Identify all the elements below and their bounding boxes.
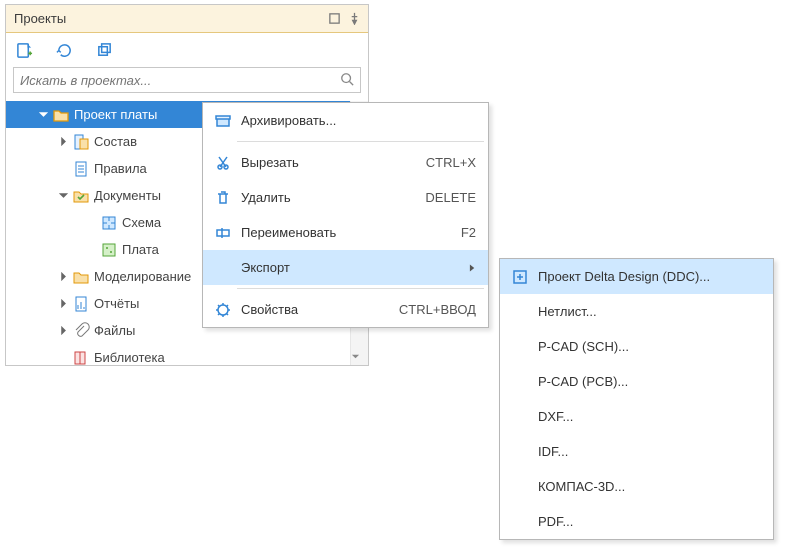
search-icon [340, 72, 354, 89]
project-icon [52, 106, 70, 124]
tree-label: Правила [94, 161, 147, 176]
tree-item[interactable]: Библиотека [6, 344, 368, 365]
folder-icon [72, 268, 90, 286]
menu-label: Нетлист... [538, 304, 761, 319]
cut-icon [211, 155, 235, 171]
refresh-button[interactable] [52, 38, 76, 62]
menu-label: P-CAD (SCH)... [538, 339, 761, 354]
scroll-down-button[interactable] [351, 347, 360, 365]
props-icon [211, 302, 235, 318]
composition-icon [72, 133, 90, 151]
panel-toolbar [6, 33, 368, 67]
menu-label: P-CAD (PCB)... [538, 374, 761, 389]
menu-shortcut: CTRL+X [426, 155, 476, 170]
folder-check-icon [72, 187, 90, 205]
books-icon [72, 349, 90, 366]
chevron-right-icon[interactable] [56, 326, 70, 335]
menu-label: Экспорт [241, 260, 462, 275]
menu-label: Архивировать... [241, 113, 476, 128]
pin-button[interactable] [344, 9, 364, 29]
search-input[interactable] [20, 73, 340, 88]
submenu-item[interactable]: Проект Delta Design (DDC)... [500, 259, 773, 294]
menu-shortcut: CTRL+ВВОД [399, 302, 476, 317]
tree-label: Плата [122, 242, 159, 257]
menu-label: DXF... [538, 409, 761, 424]
chevron-right-icon[interactable] [56, 272, 70, 281]
chevron-right-icon[interactable] [56, 299, 70, 308]
reports-icon [72, 295, 90, 313]
maximize-button[interactable] [324, 9, 344, 29]
panel-header: Проекты [6, 5, 368, 33]
chevron-right-icon[interactable] [56, 137, 70, 146]
tree-label: Состав [94, 134, 137, 149]
menu-label: Удалить [241, 190, 425, 205]
tree-label: Проект платы [74, 107, 157, 122]
menu-item[interactable]: ВырезатьCTRL+X [203, 145, 488, 180]
rules-icon [72, 160, 90, 178]
menu-item[interactable]: УдалитьDELETE [203, 180, 488, 215]
archive-icon [211, 113, 235, 129]
submenu-item[interactable]: P-CAD (SCH)... [500, 329, 773, 364]
menu-label: PDF... [538, 514, 761, 529]
schematic-icon [100, 214, 118, 232]
menu-item[interactable]: Архивировать... [203, 103, 488, 138]
trash-icon [211, 190, 235, 206]
tree-label: Схема [122, 215, 161, 230]
board-icon [100, 241, 118, 259]
tree-label: Документы [94, 188, 161, 203]
submenu-arrow-icon [462, 263, 476, 273]
collapse-all-button[interactable] [92, 38, 116, 62]
menu-separator [237, 288, 484, 289]
search-box[interactable] [13, 67, 361, 93]
submenu-item[interactable]: PDF... [500, 504, 773, 539]
menu-shortcut: DELETE [425, 190, 476, 205]
context-menu: Архивировать...ВырезатьCTRL+XУдалитьDELE… [202, 102, 489, 328]
menu-shortcut: F2 [461, 225, 476, 240]
submenu-item[interactable]: Нетлист... [500, 294, 773, 329]
tree-label: Отчёты [94, 296, 139, 311]
rename-icon [211, 225, 235, 241]
panel-title: Проекты [14, 11, 66, 26]
menu-label: Вырезать [241, 155, 426, 170]
chevron-down-icon[interactable] [36, 110, 50, 119]
menu-item[interactable]: ПереименоватьF2 [203, 215, 488, 250]
new-project-button[interactable] [12, 38, 36, 62]
submenu-item[interactable]: DXF... [500, 399, 773, 434]
menu-separator [237, 141, 484, 142]
submenu-item[interactable]: IDF... [500, 434, 773, 469]
submenu-item[interactable]: P-CAD (PCB)... [500, 364, 773, 399]
menu-item[interactable]: Экспорт [203, 250, 488, 285]
chevron-down-icon[interactable] [56, 191, 70, 200]
tree-label: Библиотека [94, 350, 165, 365]
menu-label: IDF... [538, 444, 761, 459]
export-submenu: Проект Delta Design (DDC)... Нетлист... P-… [499, 258, 774, 540]
menu-label: Свойства [241, 302, 399, 317]
menu-label: КОМПАС-3D... [538, 479, 761, 494]
ddc-icon [508, 269, 532, 285]
menu-label: Проект Delta Design (DDC)... [538, 269, 761, 284]
menu-item[interactable]: СвойстваCTRL+ВВОД [203, 292, 488, 327]
submenu-item[interactable]: КОМПАС-3D... [500, 469, 773, 504]
clip-icon [72, 322, 90, 340]
menu-label: Переименовать [241, 225, 461, 240]
tree-label: Моделирование [94, 269, 191, 284]
tree-label: Файлы [94, 323, 135, 338]
